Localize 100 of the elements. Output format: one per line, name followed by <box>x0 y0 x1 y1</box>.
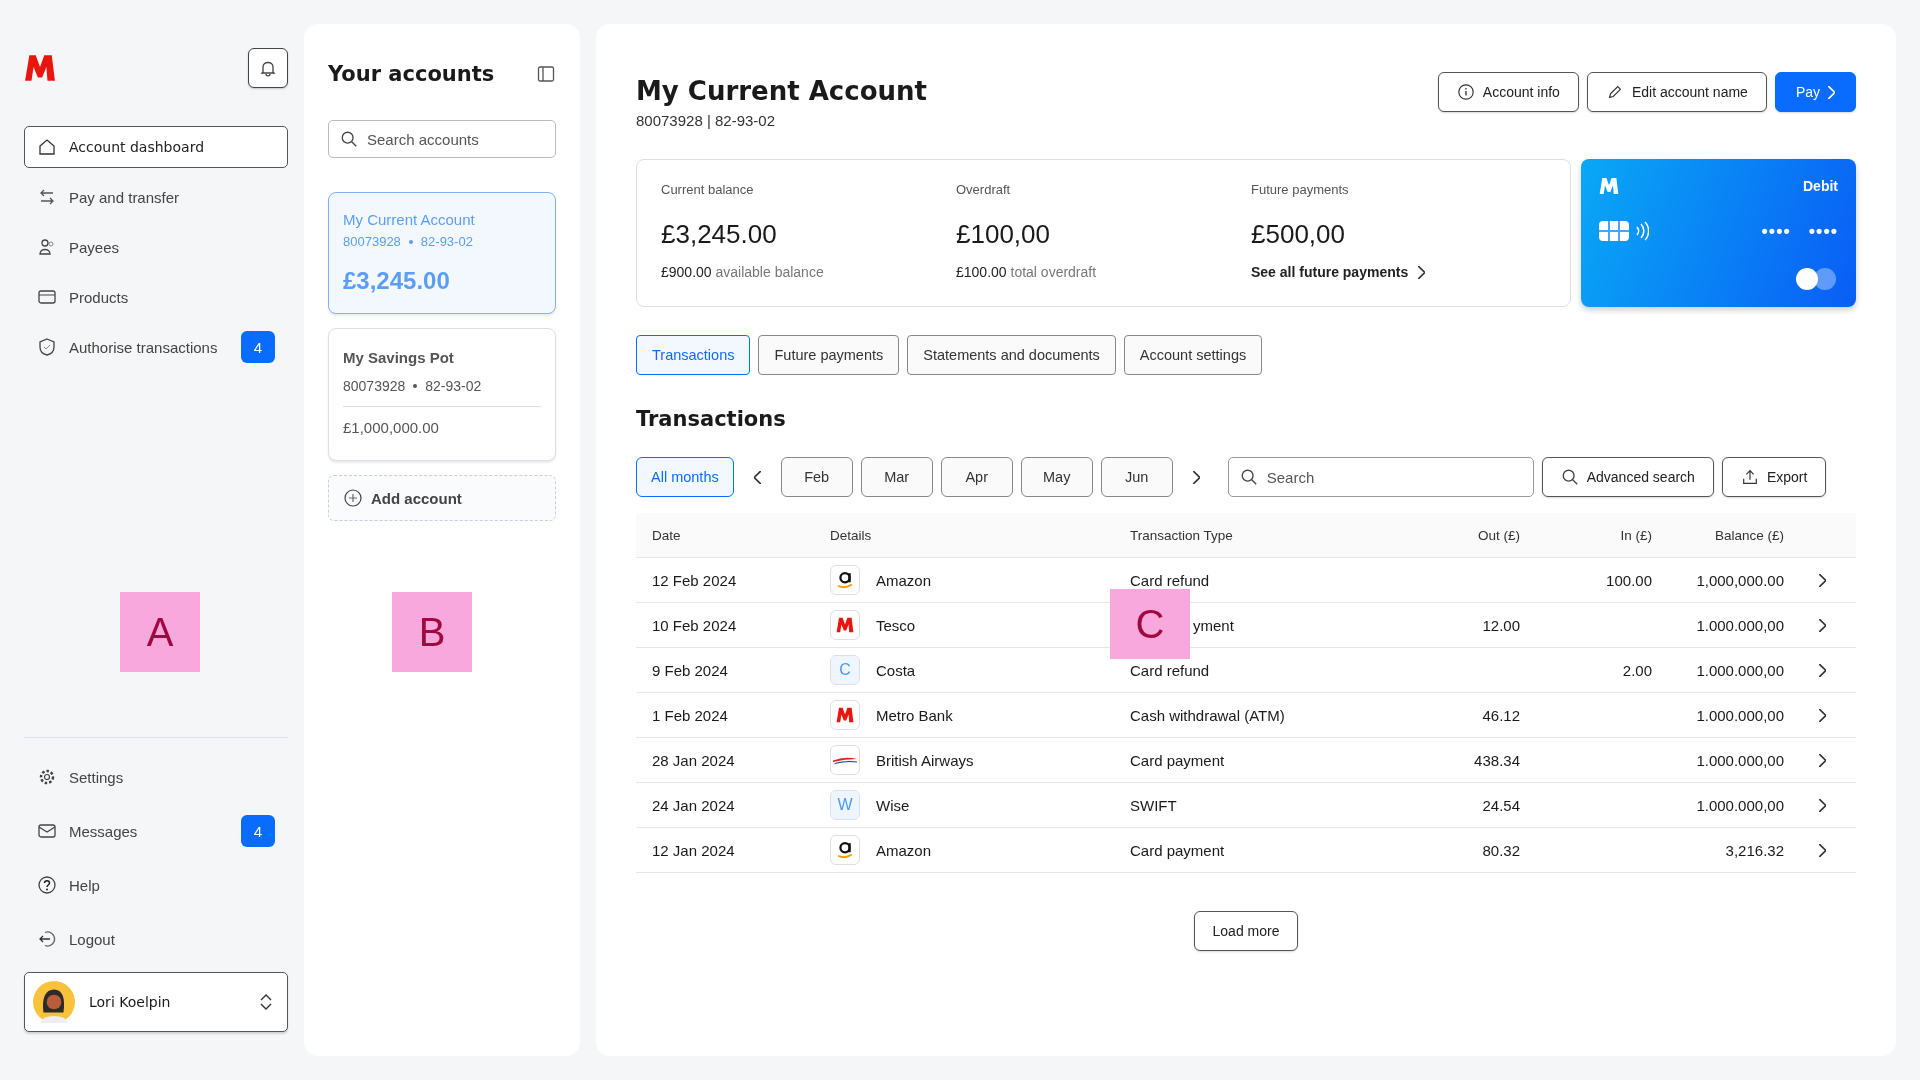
nav-label: Settings <box>69 768 124 786</box>
merchant-logo: W <box>831 791 859 819</box>
table-cell: 438.34 <box>1474 751 1520 769</box>
masked-digits: •••• <box>1761 220 1791 242</box>
table-cell-text: 12 Jan 2024 <box>652 841 736 859</box>
column-header: Transaction Type <box>1130 527 1234 543</box>
user-name: Lori Koelpin <box>89 994 172 1010</box>
nav-label: Account dashboard <box>69 139 205 155</box>
separator-dot <box>413 384 418 388</box>
plus-circle-icon <box>343 488 363 508</box>
panel-title: Your accounts <box>328 62 495 86</box>
month-filter[interactable]: May <box>1020 457 1093 497</box>
nav-item[interactable]: Pay and transfer <box>24 176 288 218</box>
nav-item[interactable]: Products <box>24 276 288 318</box>
table-cell-text: 1.000.000,00 <box>1695 661 1784 679</box>
sidebar-toggle-icon[interactable] <box>536 64 556 84</box>
user-switcher[interactable]: Lori Koelpin <box>24 972 288 1032</box>
annotation-marker: A <box>120 592 200 672</box>
summary-note: £100.00 total overdraft <box>956 264 1098 280</box>
table-cell: 2.00 <box>1622 661 1652 679</box>
count-badge: 4 <box>241 331 275 363</box>
month-filter[interactable]: Apr <box>940 457 1013 497</box>
summary-amount: £100,00 <box>956 219 1051 250</box>
table-cell-text: 1 Feb 2024 <box>652 706 729 724</box>
separator-dot <box>408 239 413 244</box>
future-payments-link[interactable]: See all future payments <box>1251 264 1426 280</box>
mail-icon <box>37 821 57 841</box>
summary-amount: £500,00 <box>1251 219 1346 250</box>
summary-label: Current balance <box>661 182 755 197</box>
table-cell: British Airways <box>876 751 974 769</box>
month-filter[interactable]: Jun <box>1100 457 1173 497</box>
table-cell: Card payment <box>1130 841 1225 859</box>
summary-amount: £3,245.00 <box>661 219 778 250</box>
previous-icon[interactable] <box>753 470 761 484</box>
nav-item[interactable]: Authorise transactions 4 <box>24 326 288 368</box>
chevron-right-icon <box>1819 573 1826 587</box>
toolbar-button[interactable]: Advanced search <box>1541 457 1714 497</box>
table-cell-text: 1.000.000,00 <box>1695 796 1784 814</box>
expand-icon <box>259 992 273 1012</box>
column-header: Balance (£) <box>1713 527 1784 543</box>
load-more-button[interactable]: Load more <box>1193 911 1299 951</box>
table-cell: Wise <box>876 796 910 814</box>
month-filter[interactable]: All months <box>636 457 734 497</box>
card-network-icon <box>1794 267 1838 291</box>
tab[interactable]: Account settings <box>1123 335 1263 375</box>
search-icon <box>1239 468 1258 486</box>
table-cell: Metro Bank <box>876 706 953 724</box>
notifications-button[interactable] <box>248 48 288 88</box>
table-cell: Card refund <box>1130 661 1210 679</box>
section-title: Transactions <box>636 407 787 431</box>
nav-item[interactable]: Settings <box>24 756 288 798</box>
transaction-row[interactable]: 24 Jan 2024 W Wise SWIFT 24.54 1.000.000,00 <box>636 783 1856 828</box>
settings-icon <box>37 767 57 787</box>
account-card[interactable]: My Savings Pot 80073928 82-93-02 £1,000,000.00 <box>328 328 556 461</box>
card-type: Debit <box>1803 178 1838 194</box>
transaction-row[interactable]: 12 Jan 2024 Amazon Card payment 80.32 3,216.32 <box>636 828 1856 873</box>
action-button[interactable]: Edit account name <box>1586 72 1767 112</box>
debit-card[interactable]: Debit •••• •••• <box>1581 159 1856 307</box>
next-icon[interactable] <box>1192 470 1200 484</box>
info-icon <box>1456 83 1475 101</box>
search-field[interactable]: Search <box>1227 457 1534 497</box>
transaction-row[interactable]: 1 Feb 2024 Metro Bank Cash withdrawal (ATM) 46.12 1.000.000,00 <box>636 693 1856 738</box>
search-icon <box>340 130 358 148</box>
column-header: In (£) <box>1619 527 1652 543</box>
merchant-logo-icon <box>833 755 857 765</box>
merchant-logo-icon <box>837 572 853 588</box>
table-cell: Amazon <box>876 571 932 589</box>
transaction-row[interactable]: 28 Jan 2024 British Airways Card payment 438.34 1.000.000,00 <box>636 738 1856 783</box>
action-button[interactable]: Pay <box>1774 72 1856 112</box>
chevron-right-icon <box>1819 843 1826 857</box>
toolbar-button[interactable]: Export <box>1721 457 1827 497</box>
table-cell: SWIFT <box>1130 796 1177 814</box>
account-balance: £1,000,000.00 <box>343 419 440 436</box>
avatar <box>33 981 75 1023</box>
search-field[interactable]: Search accounts <box>328 120 556 158</box>
logo-icon <box>1599 177 1619 195</box>
action-button[interactable]: Account info <box>1437 72 1579 112</box>
account-title: My Current Account <box>636 76 927 106</box>
logo-icon <box>24 54 56 82</box>
add-account-button[interactable]: Add account <box>328 475 556 521</box>
nav-item[interactable]: Messages 4 <box>24 810 288 852</box>
tab[interactable]: Transactions <box>636 335 751 375</box>
tab[interactable]: Statements and documents <box>907 335 1116 375</box>
table-cell: 24.54 <box>1482 796 1520 814</box>
nav-label: Products <box>69 288 129 306</box>
month-filter[interactable]: Feb <box>780 457 853 497</box>
search-icon <box>1560 468 1579 486</box>
sort-code: 82-93-02 <box>425 378 482 394</box>
nav-item[interactable]: Logout <box>24 918 288 960</box>
month-filter[interactable]: Mar <box>860 457 933 497</box>
tab[interactable]: Future payments <box>758 335 900 375</box>
chevron-right-icon <box>1828 85 1835 99</box>
nav-item[interactable]: Account dashboard <box>24 126 288 168</box>
table-cell-text: 28 Jan 2024 <box>652 751 736 769</box>
nav-item[interactable]: Payees <box>24 226 288 268</box>
column-header: Date <box>652 527 682 543</box>
nav-item[interactable]: Help <box>24 864 288 906</box>
merchant-logo-icon <box>837 842 853 858</box>
account-number: 80073928 <box>343 234 401 249</box>
home-icon <box>37 137 57 157</box>
